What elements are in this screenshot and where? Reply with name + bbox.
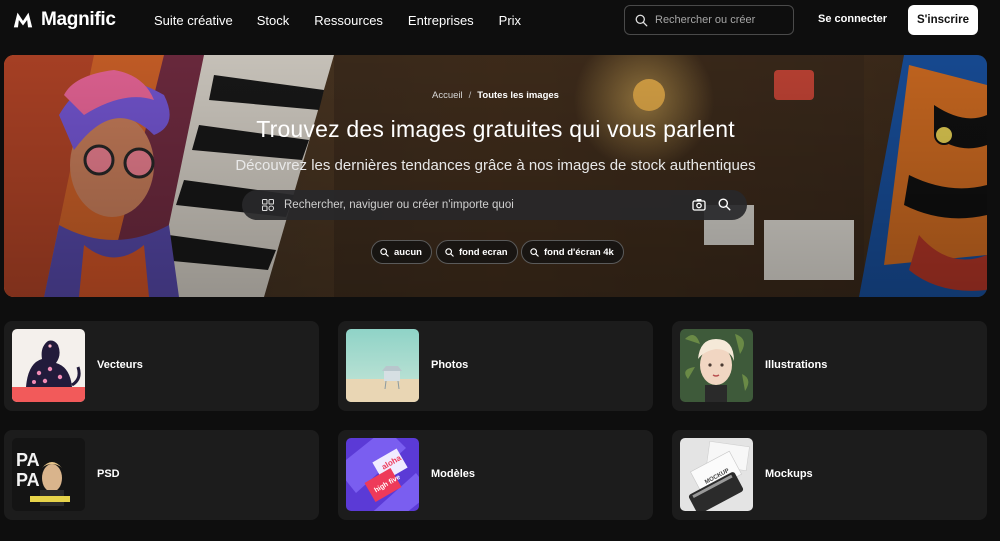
category-card-photos[interactable]: Photos: [338, 321, 653, 411]
search-icon[interactable]: [718, 198, 731, 211]
category-card-psd[interactable]: PA PA PSD: [4, 430, 319, 520]
hero-search-placeholder: Rechercher, naviguer ou créer n'importe …: [284, 199, 514, 211]
svg-text:PA: PA: [16, 450, 40, 470]
chip-fond-ecran-4k[interactable]: fond d'écran 4k: [521, 240, 624, 264]
nav-link-pricing[interactable]: Prix: [499, 13, 521, 28]
hero-search-input[interactable]: Rechercher, naviguer ou créer n'importe …: [242, 190, 747, 220]
logo[interactable]: Magnific: [12, 9, 116, 31]
search-icon: [380, 247, 389, 257]
login-button[interactable]: Se connecter: [818, 13, 887, 25]
vectors-thumbnail: [12, 329, 85, 402]
svg-text:PA: PA: [16, 470, 40, 490]
nav-link-resources[interactable]: Ressources: [314, 13, 383, 28]
breadcrumb-separator: /: [468, 90, 472, 101]
brand-name: Magnific: [41, 9, 116, 30]
category-label: Vecteurs: [97, 359, 143, 371]
camera-icon[interactable]: [692, 198, 706, 211]
chip-label: aucun: [394, 246, 422, 258]
category-card-mockups[interactable]: MOCKUP Mockups: [672, 430, 987, 520]
nav-link-enterprise[interactable]: Entreprises: [408, 13, 474, 28]
templates-thumbnail: aloha high five: [346, 438, 419, 511]
magnific-logo-icon: [13, 12, 33, 28]
breadcrumb-current: Toutes les images: [477, 90, 559, 101]
signup-button[interactable]: S'inscrire: [908, 5, 978, 35]
chip-label: fond d'écran 4k: [544, 246, 614, 258]
category-card-templates[interactable]: aloha high five Modèles: [338, 430, 653, 520]
top-nav: Magnific Suite créative Stock Ressources…: [0, 0, 1000, 41]
hero-banner: Accueil / Toutes les images Trouvez des im…: [4, 55, 987, 297]
nav-search-input[interactable]: Rechercher ou créer: [624, 5, 794, 35]
mockups-thumbnail: MOCKUP: [680, 438, 753, 511]
breadcrumb: Accueil / Toutes les images: [4, 90, 987, 101]
nav-link-suite[interactable]: Suite créative: [154, 13, 233, 28]
nav-link-stock[interactable]: Stock: [257, 13, 290, 28]
category-label: Photos: [431, 359, 469, 371]
search-icon: [635, 14, 648, 26]
hero-subtitle: Découvrez les dernières tendances grâce …: [235, 157, 756, 174]
category-label: PSD: [97, 468, 120, 480]
chip-aucun[interactable]: aucun: [371, 240, 432, 264]
photos-thumbnail: [346, 329, 419, 402]
category-card-vectors[interactable]: Vecteurs: [4, 321, 319, 411]
psd-thumbnail: PA PA: [12, 438, 85, 511]
category-label: Modèles: [431, 468, 476, 480]
chip-label: fond ecran: [459, 246, 508, 258]
nav-links: Suite créative Stock Ressources Entrepri…: [154, 13, 546, 28]
breadcrumb-home[interactable]: Accueil: [432, 90, 463, 101]
chip-fond-ecran[interactable]: fond ecran: [436, 240, 518, 264]
category-label: Illustrations: [765, 359, 828, 371]
hero-title: Trouvez des images gratuites qui vous pa…: [256, 116, 735, 142]
search-icon: [445, 247, 454, 257]
category-label: Mockups: [765, 468, 813, 480]
category-card-illustrations[interactable]: Illustrations: [672, 321, 987, 411]
illustrations-thumbnail: [680, 329, 753, 402]
grid-icon: [262, 199, 274, 211]
nav-search-placeholder: Rechercher ou créer: [655, 14, 756, 26]
search-icon: [530, 247, 539, 257]
